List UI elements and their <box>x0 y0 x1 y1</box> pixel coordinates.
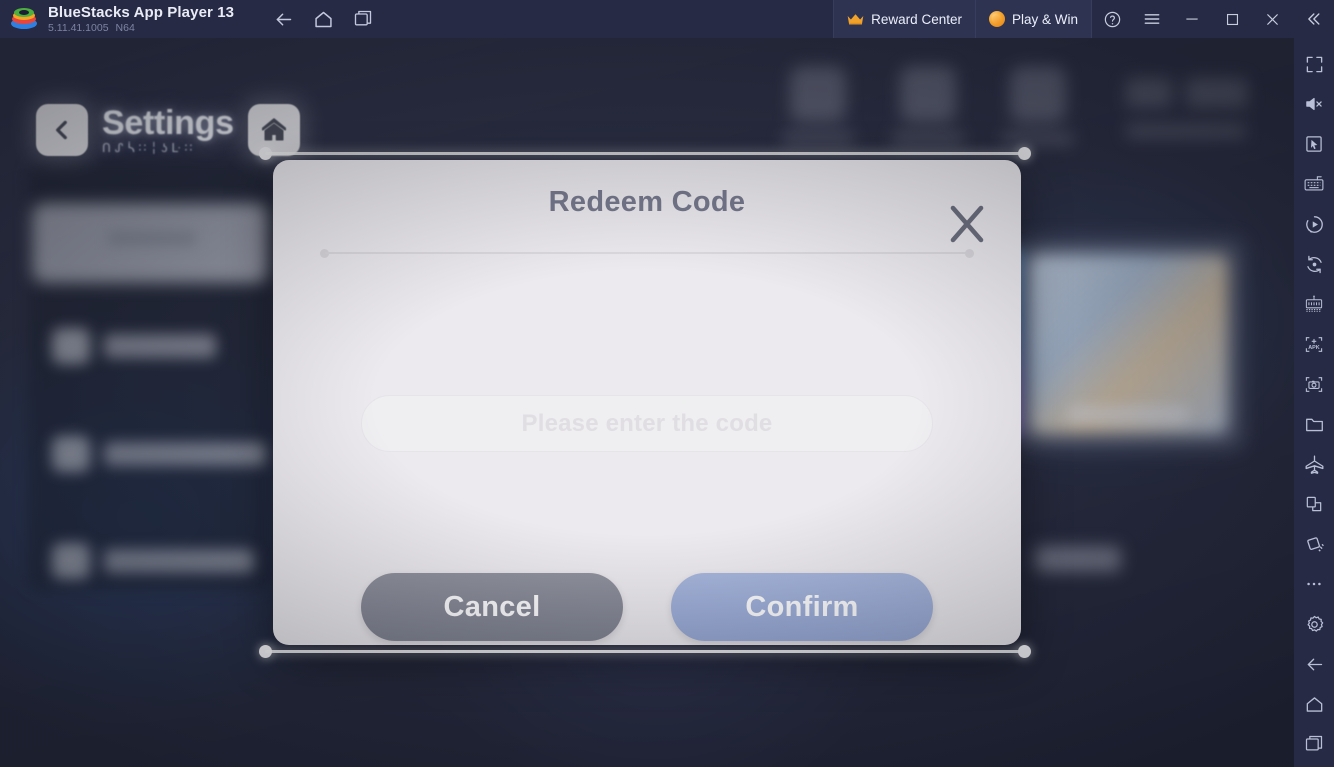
media-folder-icon[interactable] <box>1294 404 1334 444</box>
close-icon[interactable] <box>1252 0 1292 38</box>
window-titlebar: BlueStacks App Player 13 5.11.41.1005 N64… <box>0 0 1334 38</box>
cursor-pointer-icon[interactable] <box>1294 124 1334 164</box>
install-apk-icon[interactable]: APK <box>1294 324 1334 364</box>
app-version-line: 5.11.41.1005 N64 <box>48 22 234 35</box>
shake-icon[interactable] <box>1294 524 1334 564</box>
hamburger-menu-icon[interactable] <box>1132 0 1172 38</box>
titlebar-nav-group <box>266 2 380 36</box>
real-time-translation-icon[interactable] <box>1294 484 1334 524</box>
crown-icon <box>847 13 864 24</box>
app-title-block: BlueStacks App Player 13 5.11.41.1005 N64 <box>48 4 234 35</box>
app-version: 5.11.41.1005 <box>48 21 109 34</box>
android-recents-icon[interactable] <box>1294 724 1334 764</box>
instances-icon[interactable] <box>346 2 380 36</box>
svg-text:APK: APK <box>1308 345 1320 351</box>
maximize-icon[interactable] <box>1212 0 1252 38</box>
keyboard-controls-icon[interactable] <box>1294 164 1334 204</box>
fullscreen-icon[interactable] <box>1294 44 1334 84</box>
play-and-win-button[interactable]: Play & Win <box>974 0 1092 38</box>
macro-recorder-icon[interactable] <box>1294 204 1334 244</box>
app-build: N64 <box>115 21 135 34</box>
app-title: BlueStacks App Player 13 <box>48 3 235 21</box>
emulator-stage: Settings ᑎᔑᓵ∷╎ʖᒷ∷ Redeem Code Pleas <box>0 38 1294 767</box>
settings-gear-icon[interactable] <box>1294 604 1334 644</box>
multi-instance-icon[interactable] <box>1294 284 1334 324</box>
android-home-icon[interactable] <box>1294 684 1334 724</box>
bluestacks-logo <box>11 6 37 32</box>
screenshot-icon[interactable] <box>1294 364 1334 404</box>
window-controls <box>1092 0 1334 38</box>
rotate-icon[interactable] <box>1294 244 1334 284</box>
help-icon[interactable] <box>1092 0 1132 38</box>
stage-vignette <box>0 38 1294 767</box>
coin-icon <box>988 11 1005 27</box>
android-back-icon[interactable] <box>1294 644 1334 684</box>
minimize-icon[interactable] <box>1172 0 1212 38</box>
reward-center-button[interactable]: Reward Center <box>833 0 975 38</box>
eco-mode-icon[interactable] <box>1294 444 1334 484</box>
back-arrow-icon[interactable] <box>266 2 300 36</box>
reward-center-label: Reward Center <box>871 11 962 27</box>
more-options-icon[interactable] <box>1294 564 1334 604</box>
home-icon[interactable] <box>306 2 340 36</box>
collapse-sidebar-icon[interactable] <box>1292 0 1334 38</box>
mute-icon[interactable] <box>1294 84 1334 124</box>
play-and-win-label: Play & Win <box>1011 11 1078 27</box>
right-toolbar: APK <box>1294 38 1334 767</box>
